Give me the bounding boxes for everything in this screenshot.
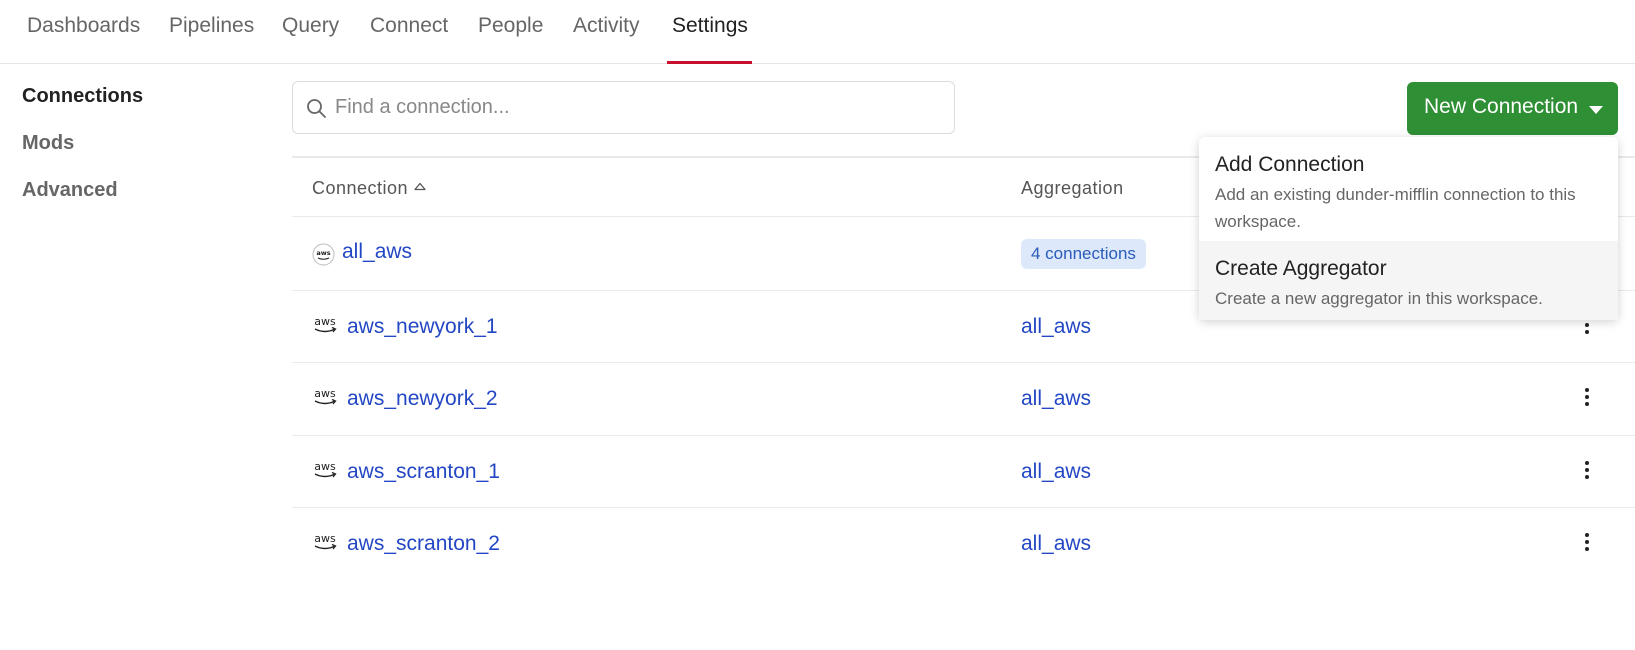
svg-text:aws: aws: [314, 387, 336, 400]
menu-item-title: Create Aggregator: [1215, 257, 1387, 280]
menu-item-add-connection[interactable]: Add Connection Add an existing dunder-mi…: [1199, 137, 1618, 241]
connection-name-link[interactable]: aws_newyork_1: [347, 315, 498, 339]
aws-aggregator-icon: aws: [312, 243, 335, 266]
table-row: aws aws_scranton_1 all_aws: [292, 436, 1635, 508]
new-connection-label: New Connection: [1424, 95, 1579, 118]
active-tab-indicator: [667, 61, 752, 64]
menu-item-title: Add Connection: [1215, 153, 1365, 176]
tab-pipelines[interactable]: Pipelines: [169, 14, 254, 38]
svg-text:aws: aws: [314, 460, 336, 473]
connection-name-link[interactable]: aws_newyork_2: [347, 387, 498, 411]
aggregation-link[interactable]: all_aws: [1021, 387, 1091, 411]
search-icon: [307, 99, 326, 118]
sidebar-item-advanced[interactable]: Advanced: [22, 179, 118, 202]
menu-item-description: Add an existing dunder-mifflin connectio…: [1215, 185, 1576, 231]
aws-icon: aws: [314, 460, 337, 478]
aggregation-link[interactable]: all_aws: [1021, 315, 1091, 339]
connection-name-link[interactable]: all_aws: [342, 240, 412, 264]
connection-name-link[interactable]: aws_scranton_2: [347, 532, 500, 556]
new-connection-menu: Add Connection Add an existing dunder-mi…: [1199, 137, 1618, 320]
table-row: aws aws_newyork_2 all_aws: [292, 363, 1635, 436]
tab-settings[interactable]: Settings: [672, 14, 748, 38]
aws-icon: aws: [314, 315, 337, 333]
new-connection-button[interactable]: New Connection: [1407, 82, 1618, 135]
top-nav: Dashboards Pipelines Query Connect Peopl…: [0, 0, 1635, 64]
connection-name-link[interactable]: aws_scranton_1: [347, 460, 500, 484]
more-options-icon[interactable]: [1582, 461, 1592, 483]
tab-connect[interactable]: Connect: [370, 14, 448, 38]
column-header-aggregation[interactable]: Aggregation: [1021, 178, 1124, 199]
aggregation-link[interactable]: all_aws: [1021, 460, 1091, 484]
tab-query[interactable]: Query: [282, 14, 339, 38]
more-options-icon[interactable]: [1582, 388, 1592, 410]
sidebar-item-connections[interactable]: Connections: [22, 85, 143, 108]
aws-icon: aws: [314, 532, 337, 550]
menu-item-description: Create a new aggregator in this workspac…: [1215, 289, 1543, 308]
sidebar-item-mods[interactable]: Mods: [22, 132, 74, 155]
svg-text:aws: aws: [314, 315, 336, 328]
tab-activity[interactable]: Activity: [573, 14, 640, 38]
sort-ascending-icon: [414, 182, 426, 191]
column-header-connection[interactable]: Connection: [312, 178, 426, 199]
table-row: aws aws_scranton_2 all_aws: [292, 508, 1635, 580]
search-box: [292, 81, 955, 134]
aws-icon: aws: [314, 387, 337, 405]
tab-dashboards[interactable]: Dashboards: [27, 14, 140, 38]
caret-down-icon: [1589, 106, 1603, 114]
svg-text:aws: aws: [316, 249, 330, 257]
menu-item-create-aggregator[interactable]: Create Aggregator Create a new aggregato…: [1199, 241, 1618, 320]
tab-people[interactable]: People: [478, 14, 543, 38]
search-input[interactable]: [335, 82, 945, 133]
more-options-icon[interactable]: [1582, 533, 1592, 555]
aggregation-link[interactable]: all_aws: [1021, 532, 1091, 556]
svg-text:aws: aws: [314, 532, 336, 545]
aggregation-count-badge[interactable]: 4 connections: [1021, 239, 1146, 269]
